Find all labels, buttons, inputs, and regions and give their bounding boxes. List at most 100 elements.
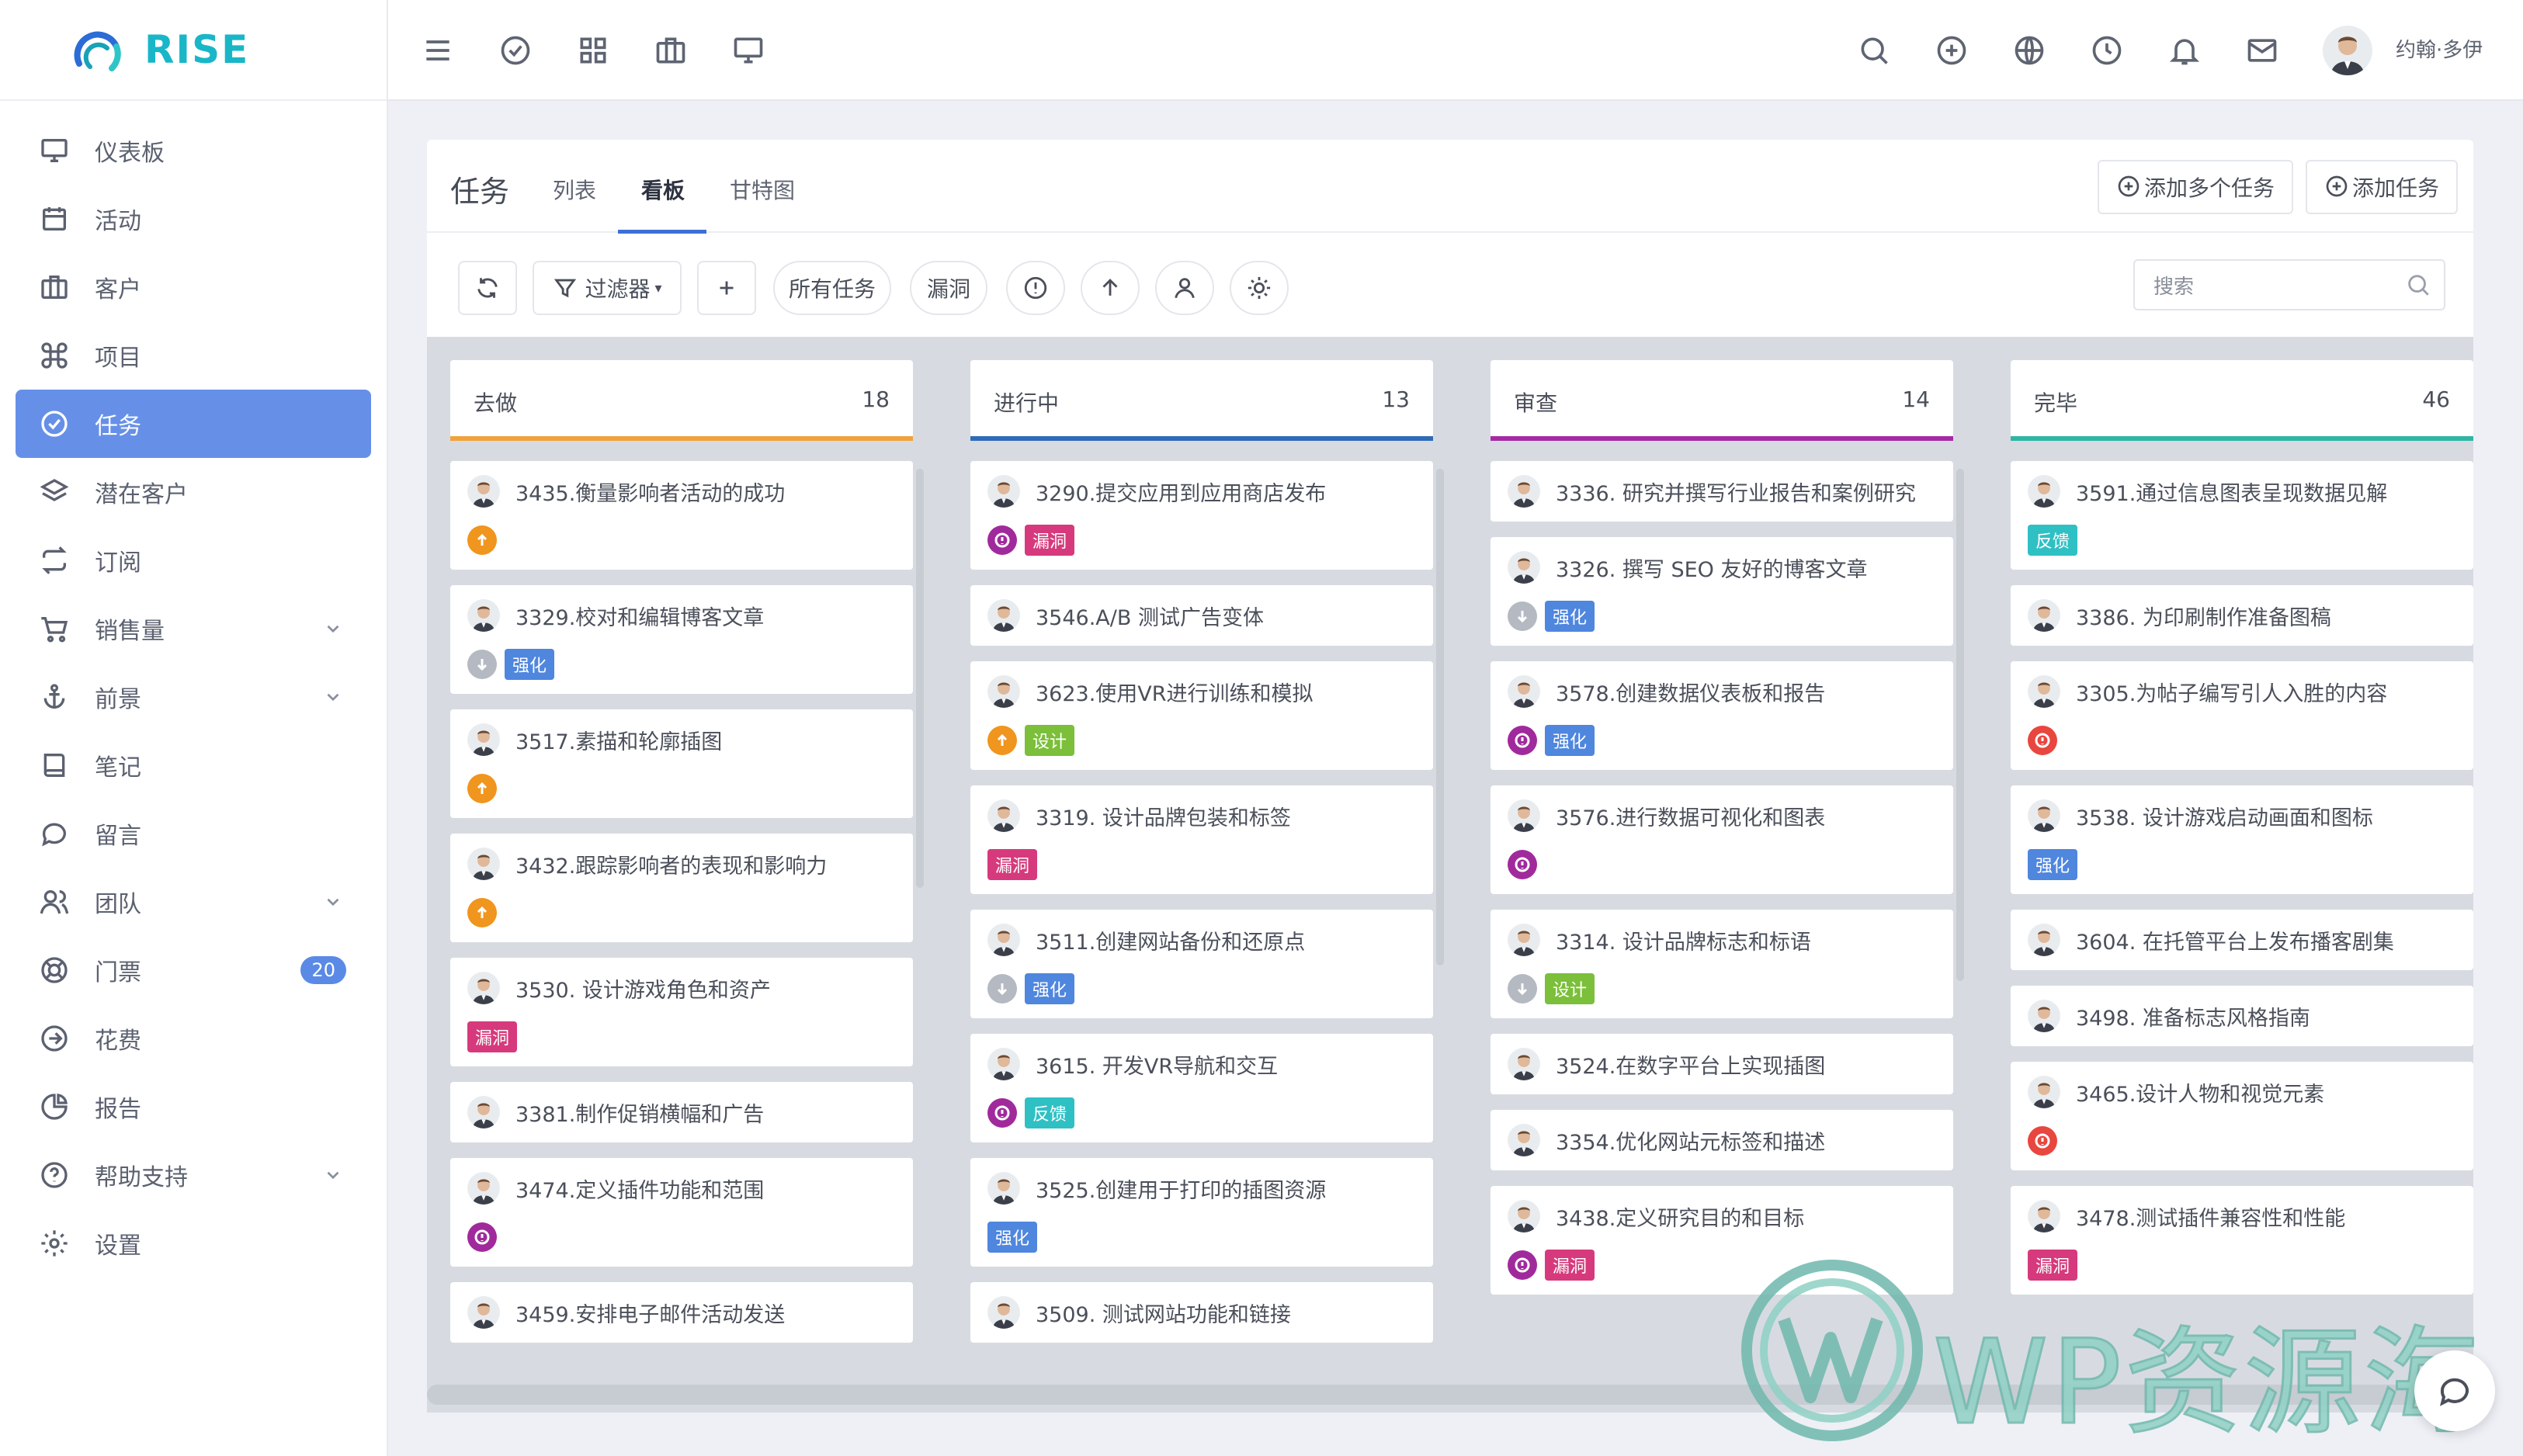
assignee-avatar[interactable] [467, 723, 500, 756]
tab-kanban[interactable]: 看板 [641, 174, 685, 205]
assignee-avatar[interactable] [2028, 599, 2060, 632]
assignee-avatar[interactable] [2028, 1200, 2060, 1232]
briefcase-icon[interactable] [654, 33, 688, 68]
task-title[interactable]: 3498. 准备标志风格指南 [2076, 1001, 2310, 1031]
assignee-avatar[interactable] [1508, 551, 1540, 584]
task-title[interactable]: 3305.为帖子编写引人入胜的内容 [2076, 677, 2387, 707]
clock-icon[interactable] [2090, 33, 2124, 68]
sidebar-item-14[interactable]: 报告 [16, 1073, 371, 1141]
task-title[interactable]: 3525.创建用于打印的插图资源 [1036, 1173, 1326, 1204]
task-card[interactable]: 3591.通过信息图表呈现数据见解 反馈 [2011, 461, 2473, 570]
assignee-avatar[interactable] [467, 972, 500, 1004]
task-card[interactable]: 3465.设计人物和视觉元素 [2011, 1062, 2473, 1170]
globe-icon[interactable] [2012, 33, 2046, 68]
column-header[interactable]: 去做 18 [450, 360, 913, 441]
sidebar-item-10[interactable]: 留言 [16, 799, 371, 868]
task-card[interactable]: 3432.跟踪影响者的表现和影响力 [450, 834, 913, 942]
assignee-avatar[interactable] [987, 799, 1020, 832]
task-card[interactable]: 3305.为帖子编写引人入胜的内容 [2011, 661, 2473, 770]
sidebar-item-1[interactable]: 活动 [16, 185, 371, 253]
assignee-avatar[interactable] [1508, 1200, 1540, 1232]
assignee-avatar[interactable] [467, 1172, 500, 1205]
task-title[interactable]: 3538. 设计游戏启动画面和图标 [2076, 801, 2373, 831]
assignee-avatar[interactable] [467, 1096, 500, 1128]
assignee-avatar[interactable] [2028, 1000, 2060, 1032]
assignee-avatar[interactable] [2028, 675, 2060, 708]
chat-button[interactable] [2414, 1350, 2495, 1431]
grid-icon[interactable] [576, 33, 610, 68]
task-title[interactable]: 3329.校对和编辑博客文章 [515, 601, 764, 631]
assignee-avatar[interactable] [2028, 799, 2060, 832]
chip-priority-high[interactable] [1081, 261, 1140, 315]
task-title[interactable]: 3432.跟踪影响者的表现和影响力 [515, 849, 827, 879]
task-title[interactable]: 3354.优化网站元标签和描述 [1556, 1125, 1825, 1156]
task-card[interactable]: 3459.安排电子邮件活动发送 [450, 1282, 913, 1343]
task-title[interactable]: 3623.使用VR进行训练和模拟 [1036, 677, 1314, 707]
task-card[interactable]: 3525.创建用于打印的插图资源 强化 [970, 1158, 1433, 1267]
filter-dropdown[interactable]: 过滤器 ▾ [533, 261, 682, 315]
monitor-icon[interactable] [731, 33, 765, 68]
task-title[interactable]: 3576.进行数据可视化和图表 [1556, 801, 1825, 831]
assignee-avatar[interactable] [987, 1296, 1020, 1329]
plus-circle-icon[interactable] [1935, 33, 1969, 68]
assignee-avatar[interactable] [987, 599, 1020, 632]
task-card[interactable]: 3576.进行数据可视化和图表 [1491, 785, 1953, 894]
sidebar-item-15[interactable]: 帮助支持 [16, 1141, 371, 1209]
add-filter-button[interactable] [697, 261, 756, 315]
task-card[interactable]: 3546.A/B 测试广告变体 [970, 585, 1433, 646]
task-card[interactable]: 3511.创建网站备份和还原点 强化 [970, 910, 1433, 1018]
task-title[interactable]: 3435.衡量影响者活动的成功 [515, 477, 785, 507]
logo[interactable]: RISE [0, 0, 387, 101]
assignee-avatar[interactable] [1508, 675, 1540, 708]
chip-bug[interactable]: 漏洞 [910, 261, 987, 315]
column-scrollbar[interactable] [1436, 469, 1444, 965]
task-title[interactable]: 3578.创建数据仪表板和报告 [1556, 677, 1825, 707]
task-card[interactable]: 3354.优化网站元标签和描述 [1491, 1110, 1953, 1170]
assignee-avatar[interactable] [467, 599, 500, 632]
assignee-avatar[interactable] [2028, 1076, 2060, 1108]
assignee-avatar[interactable] [1508, 924, 1540, 956]
assignee-avatar[interactable] [987, 475, 1020, 508]
task-title[interactable]: 3530. 设计游戏角色和资产 [515, 973, 771, 1004]
sidebar-item-11[interactable]: 团队 [16, 868, 371, 936]
task-card[interactable]: 3319. 设计品牌包装和标签 漏洞 [970, 785, 1433, 894]
add-task-button[interactable]: 添加任务 [2306, 160, 2459, 214]
task-title[interactable]: 3465.设计人物和视觉元素 [2076, 1077, 2324, 1108]
assignee-avatar[interactable] [467, 848, 500, 880]
assignee-avatar[interactable] [467, 475, 500, 508]
task-title[interactable]: 3381.制作促销横幅和广告 [515, 1097, 764, 1128]
column-scrollbar[interactable] [1956, 469, 1964, 981]
task-card[interactable]: 3336. 研究并撰写行业报告和案例研究 [1491, 461, 1953, 522]
search-input[interactable]: 搜索 [2133, 259, 2445, 310]
task-title[interactable]: 3386. 为印刷制作准备图稿 [2076, 601, 2331, 631]
chip-priority-critical[interactable] [1006, 261, 1065, 315]
tab-list[interactable]: 列表 [553, 174, 596, 205]
add-multiple-tasks-button[interactable]: 添加多个任务 [2098, 160, 2294, 214]
task-title[interactable]: 3326. 撰写 SEO 友好的博客文章 [1556, 553, 1868, 583]
assignee-avatar[interactable] [987, 924, 1020, 956]
assignee-avatar[interactable] [1508, 1124, 1540, 1156]
task-card[interactable]: 3530. 设计游戏角色和资产 漏洞 [450, 958, 913, 1066]
sidebar-item-4[interactable]: 任务 [16, 390, 371, 458]
column-header[interactable]: 进行中 13 [970, 360, 1433, 441]
task-title[interactable]: 3478.测试插件兼容性和性能 [2076, 1201, 2345, 1232]
sidebar-item-16[interactable]: 设置 [16, 1209, 371, 1277]
chip-my-tasks[interactable] [1155, 261, 1214, 315]
sidebar-item-13[interactable]: 花费 [16, 1004, 371, 1073]
task-title[interactable]: 3314. 设计品牌标志和标语 [1556, 925, 1811, 955]
task-card[interactable]: 3329.校对和编辑博客文章 强化 [450, 585, 913, 694]
task-card[interactable]: 3326. 撰写 SEO 友好的博客文章 强化 [1491, 537, 1953, 646]
sidebar-item-7[interactable]: 销售量 [16, 595, 371, 663]
sidebar-item-0[interactable]: 仪表板 [16, 116, 371, 185]
task-card[interactable]: 3435.衡量影响者活动的成功 [450, 461, 913, 570]
task-card[interactable]: 3524.在数字平台上实现插图 [1491, 1034, 1953, 1094]
assignee-avatar[interactable] [987, 1048, 1020, 1080]
mail-icon[interactable] [2245, 33, 2279, 68]
task-card[interactable]: 3623.使用VR进行训练和模拟 设计 [970, 661, 1433, 770]
sidebar-item-5[interactable]: 潜在客户 [16, 458, 371, 526]
column-scrollbar[interactable] [916, 469, 924, 888]
menu-icon[interactable] [421, 33, 455, 68]
task-title[interactable]: 3615. 开发VR导航和交互 [1036, 1049, 1278, 1080]
task-title[interactable]: 3604. 在托管平台上发布播客剧集 [2076, 925, 2394, 955]
sidebar-item-12[interactable]: 门票 20 [16, 936, 371, 1004]
